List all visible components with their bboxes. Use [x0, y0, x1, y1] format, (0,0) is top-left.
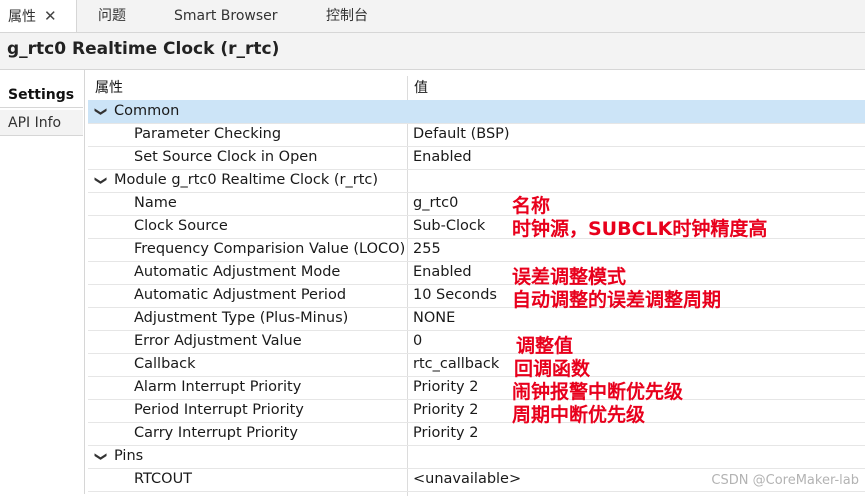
property-value[interactable]: Enabled — [413, 146, 472, 169]
group-row-common[interactable]: ❯ Common — [88, 100, 865, 124]
property-value[interactable]: Priority 2 — [413, 376, 478, 399]
tab-properties[interactable]: 属性 ✕ — [0, 0, 77, 32]
page-title: g_rtc0 Realtime Clock (r_rtc) — [7, 39, 280, 59]
tab-problems-label: 问题 — [98, 8, 126, 24]
tab-smart-browser-label: Smart Browser — [174, 8, 278, 24]
property-value[interactable]: Default (BSP) — [413, 123, 510, 146]
property-row[interactable]: Callback rtc_callback — [88, 353, 865, 377]
property-value[interactable]: rtc_callback — [413, 353, 499, 376]
side-tab-settings[interactable]: Settings — [0, 82, 83, 108]
tab-console[interactable]: 控制台 — [318, 0, 376, 32]
property-row[interactable]: Period Interrupt Priority Priority 2 — [88, 399, 865, 423]
property-row[interactable]: Adjustment Type (Plus-Minus) NONE — [88, 307, 865, 331]
property-row[interactable]: Error Adjustment Value 0 — [88, 330, 865, 354]
group-label: Common — [114, 103, 180, 119]
group-row-module[interactable]: ❯ Module g_rtc0 Realtime Clock (r_rtc) — [88, 169, 865, 193]
property-row[interactable]: Name g_rtc0 — [88, 192, 865, 216]
property-name: Alarm Interrupt Priority — [134, 379, 302, 395]
annotation-adjust-period: 自动调整的误差调整周期 — [512, 289, 722, 311]
property-value[interactable]: 255 — [413, 238, 441, 261]
tab-console-label: 控制台 — [326, 8, 368, 24]
property-value[interactable]: 0 — [413, 330, 422, 353]
chevron-down-icon[interactable]: ❯ — [90, 106, 113, 116]
close-icon[interactable]: ✕ — [44, 7, 57, 25]
property-value[interactable]: Enabled — [413, 261, 472, 284]
property-row[interactable]: Set Source Clock in Open Enabled — [88, 146, 865, 170]
property-row[interactable]: Parameter Checking Default (BSP) — [88, 123, 865, 147]
property-value[interactable]: 10 Seconds — [413, 284, 497, 307]
chevron-down-icon[interactable]: ❯ — [90, 451, 113, 461]
property-name: Callback — [134, 356, 196, 372]
tab-problems[interactable]: 问题 — [90, 0, 134, 32]
property-value[interactable]: Priority 2 — [413, 399, 478, 422]
property-name: Automatic Adjustment Period — [134, 287, 347, 303]
side-tab-panel: Settings API Info — [0, 70, 85, 494]
property-value[interactable]: g_rtc0 — [413, 192, 458, 215]
column-header-value[interactable]: 值 — [414, 76, 428, 100]
property-name: Period Interrupt Priority — [134, 402, 304, 418]
property-row[interactable]: Automatic Adjustment Period 10 Seconds — [88, 284, 865, 308]
property-row[interactable]: Frequency Comparision Value (LOCO) 255 — [88, 238, 865, 262]
group-row-pins[interactable]: ❯ Pins — [88, 445, 865, 469]
editor-tab-bar: 属性 ✕ 问题 Smart Browser 控制台 — [0, 0, 865, 33]
property-value[interactable]: NONE — [413, 307, 455, 330]
column-header-property[interactable]: 属性 — [95, 76, 123, 100]
property-name: Frequency Comparision Value (LOCO) — [134, 241, 406, 257]
property-name: Clock Source — [134, 218, 228, 234]
properties-header: g_rtc0 Realtime Clock (r_rtc) — [0, 33, 865, 70]
property-name: Error Adjustment Value — [134, 333, 302, 349]
property-name: Set Source Clock in Open — [134, 149, 318, 165]
property-value[interactable]: <unavailable> — [413, 468, 521, 491]
property-value[interactable]: Sub-Clock — [413, 215, 485, 238]
tab-smart-browser[interactable]: Smart Browser — [166, 0, 286, 32]
property-name: Adjustment Type (Plus-Minus) — [134, 310, 349, 326]
side-tab-api-info[interactable]: API Info — [0, 110, 83, 136]
side-tab-api-info-label: API Info — [8, 115, 62, 131]
grid-header: 属性 值 — [88, 76, 865, 101]
group-label: Module g_rtc0 Realtime Clock (r_rtc) — [114, 172, 379, 188]
annotation-period-priority: 周期中断优先级 — [512, 404, 646, 426]
side-tab-settings-label: Settings — [8, 87, 75, 103]
property-name: Automatic Adjustment Mode — [134, 264, 341, 280]
chevron-down-icon[interactable]: ❯ — [90, 175, 113, 185]
property-name: Parameter Checking — [134, 126, 282, 142]
watermark: CSDN @CoreMaker-lab — [711, 473, 859, 488]
property-name: RTCOUT — [134, 471, 193, 487]
property-row[interactable]: Carry Interrupt Priority Priority 2 — [88, 422, 865, 446]
annotation-clock-source: 时钟源，SUBCLK时钟精度高 — [512, 218, 768, 240]
property-row[interactable]: Automatic Adjustment Mode Enabled — [88, 261, 865, 285]
property-name: Name — [134, 195, 177, 211]
group-label: Pins — [114, 448, 144, 464]
property-row[interactable]: Alarm Interrupt Priority Priority 2 — [88, 376, 865, 400]
tab-properties-label: 属性 — [8, 9, 36, 25]
property-name: Carry Interrupt Priority — [134, 425, 298, 441]
property-value[interactable]: Priority 2 — [413, 422, 478, 445]
